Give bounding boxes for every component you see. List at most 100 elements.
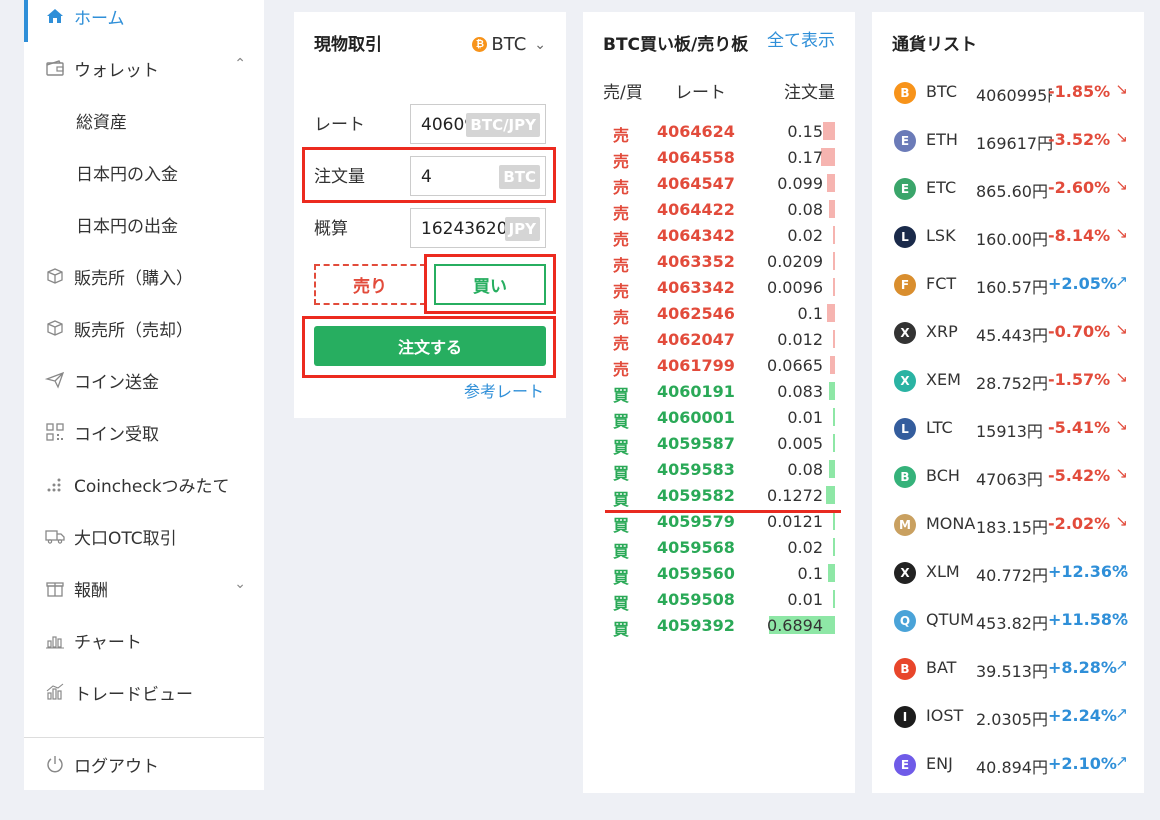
box-icon [44,265,66,287]
sell-button[interactable]: 売り [314,264,426,305]
coin-sym: QTUM [926,610,974,629]
order-rate: 4064547 [657,174,735,193]
coin-chg: -0.70% [1048,322,1111,341]
sidebar-item-label: 日本円の出金 [76,216,178,237]
coin-chg: -5.42% [1048,466,1111,485]
order-qty: 0.1272 [767,486,823,505]
list-item[interactable]: E ENJ 40.894円 +2.10% ↗ [872,742,1144,790]
order-qty: 0.02 [787,538,823,557]
sidebar-item-jpy-withdraw[interactable]: 日本円の出金 [24,198,264,250]
sidebar-item-label: ホーム [74,8,125,29]
list-item[interactable]: E ETC 865.60円 -2.60% ↘ [872,166,1144,214]
table-row[interactable]: 買 4059560 0.1 [583,562,855,588]
coin-sym: IOST [926,706,964,725]
trend-up-icon: ↗ [1115,656,1128,674]
sidebar-item-otc[interactable]: 大口OTC取引 [24,510,264,562]
list-item[interactable]: E ETH 169617円 -3.52% ↘ [872,118,1144,166]
list-item[interactable]: L LSK 160.00円 -8.14% ↘ [872,214,1144,262]
order-qty: 0.08 [787,460,823,479]
coin-price: 28.752円 [976,374,1048,393]
coin-chg: -2.02% [1048,514,1111,533]
list-item[interactable]: Q QTUM 453.82円 +11.58% ↗ [872,598,1144,646]
xlm-icon: X [894,562,916,584]
table-row[interactable]: 売 4064624 0.15 [583,120,855,146]
sidebar-item-logout[interactable]: ログアウト [24,738,264,790]
list-item[interactable]: L LTC 15913円 -5.41% ↘ [872,406,1144,454]
table-row[interactable]: 売 4064342 0.02 [583,224,855,250]
table-row[interactable]: 売 4064547 0.099 [583,172,855,198]
sidebar-item-tradeview[interactable]: トレードビュー [24,666,264,718]
order-qty: 0.17 [787,148,823,167]
coin-price: 865.60円 [976,182,1048,201]
table-row[interactable]: 買 4059582 0.1272 [583,484,855,510]
asset-select[interactable]: ₿ BTC ⌄ [472,34,546,55]
order-rate: 4062047 [657,330,735,349]
sidebar-item-rewards[interactable]: 報酬 ⌄ [24,562,264,614]
mona-icon: M [894,514,916,536]
table-row[interactable]: 買 4059587 0.005 [583,432,855,458]
order-rate: 4064342 [657,226,735,245]
order-qty: 0.0096 [767,278,823,297]
list-item[interactable]: B BAT 39.513円 +8.28% ↗ [872,646,1144,694]
trend-up-icon: ↗ [1115,752,1128,770]
sidebar-item-total-assets[interactable]: 総資産 [24,94,264,146]
order-rate: 4059392 [657,616,735,635]
table-row[interactable]: 売 4064422 0.08 [583,198,855,224]
depth-bar [833,538,835,556]
list-item[interactable]: I IOST 2.0305円 +2.24% ↗ [872,694,1144,742]
sidebar-item-wallet[interactable]: ウォレット ⌃ [24,42,264,94]
table-row[interactable]: 売 4063342 0.0096 [583,276,855,302]
reference-rate-link[interactable]: 参考レート [464,378,544,402]
sidebar-item-tsumitate[interactable]: Coincheckつみたて [24,458,264,510]
panel-title: 現物取引 [314,35,382,55]
sidebar-item-coin-receive[interactable]: コイン受取 [24,406,264,458]
sidebar-item-jpy-deposit[interactable]: 日本円の入金 [24,146,264,198]
table-row[interactable]: 買 4059579 0.0121 [583,510,855,536]
trend-up-icon: ↗ [1115,272,1128,290]
coin-chg: -1.57% [1048,370,1111,389]
sidebar-item-exchange-sell[interactable]: 販売所（売却） [24,302,264,354]
sidebar-item-label: 大口OTC取引 [74,528,177,549]
sidebar-item-home[interactable]: ホーム [24,0,264,42]
table-row[interactable]: 買 4059583 0.08 [583,458,855,484]
rate-field[interactable]: 4060995 BTC/JPY [410,104,546,144]
trend-down-icon: ↘ [1115,224,1128,242]
list-item[interactable]: B BCH 47063円 -5.42% ↘ [872,454,1144,502]
coin-chg: +2.05% [1048,274,1117,293]
table-row[interactable]: 買 4060191 0.083 [583,380,855,406]
coin-price: 39.513円 [976,662,1048,681]
order-rate: 4059568 [657,538,735,557]
coin-price: 453.82円 [976,614,1048,633]
list-item[interactable]: X XEM 28.752円 -1.57% ↘ [872,358,1144,406]
enj-icon: E [894,754,916,776]
table-row[interactable]: 買 4059508 0.01 [583,588,855,614]
sidebar-item-coin-send[interactable]: コイン送金 [24,354,264,406]
sidebar-item-exchange-buy[interactable]: 販売所（購入） [24,250,264,302]
order-side: 売 [613,256,630,275]
table-row[interactable]: 売 4062546 0.1 [583,302,855,328]
table-row[interactable]: 売 4064558 0.17 [583,146,855,172]
total-label: 概算 [314,219,348,239]
table-row[interactable]: 買 4060001 0.01 [583,406,855,432]
coin-chg: +2.10% [1048,754,1117,773]
chevron-down-icon: ⌄ [234,576,246,592]
table-row[interactable]: 売 4061799 0.0665 [583,354,855,380]
list-item[interactable]: X XRP 45.443円 -0.70% ↘ [872,310,1144,358]
table-row[interactable]: 売 4062047 0.012 [583,328,855,354]
list-item[interactable]: B BTC 4060995円-1.85%↘ [872,70,1144,118]
order-qty: 0.01 [787,408,823,427]
panel-title: BTC買い板/売り板 [603,35,749,55]
coin-sym: LTC [926,418,953,437]
table-row[interactable]: 買 4059568 0.02 [583,536,855,562]
sidebar-item-chart[interactable]: チャート [24,614,264,666]
list-item[interactable]: M MONA 183.15円 -2.02% ↘ [872,502,1144,550]
list-item[interactable]: X XLM 40.772円 +12.36% ↗ [872,550,1144,598]
coin-sym: MONA [926,514,976,533]
show-all-link[interactable]: 全て表示 [767,26,835,51]
list-item[interactable]: F FCT 160.57円 +2.05% ↗ [872,262,1144,310]
table-row[interactable]: 買 4059392 0.6894 [583,614,855,640]
total-field[interactable]: 16243620 JPY [410,208,546,248]
sidebar-item-label: ログアウト [74,756,159,777]
depth-bar [829,356,835,374]
table-row[interactable]: 売 4063352 0.0209 [583,250,855,276]
